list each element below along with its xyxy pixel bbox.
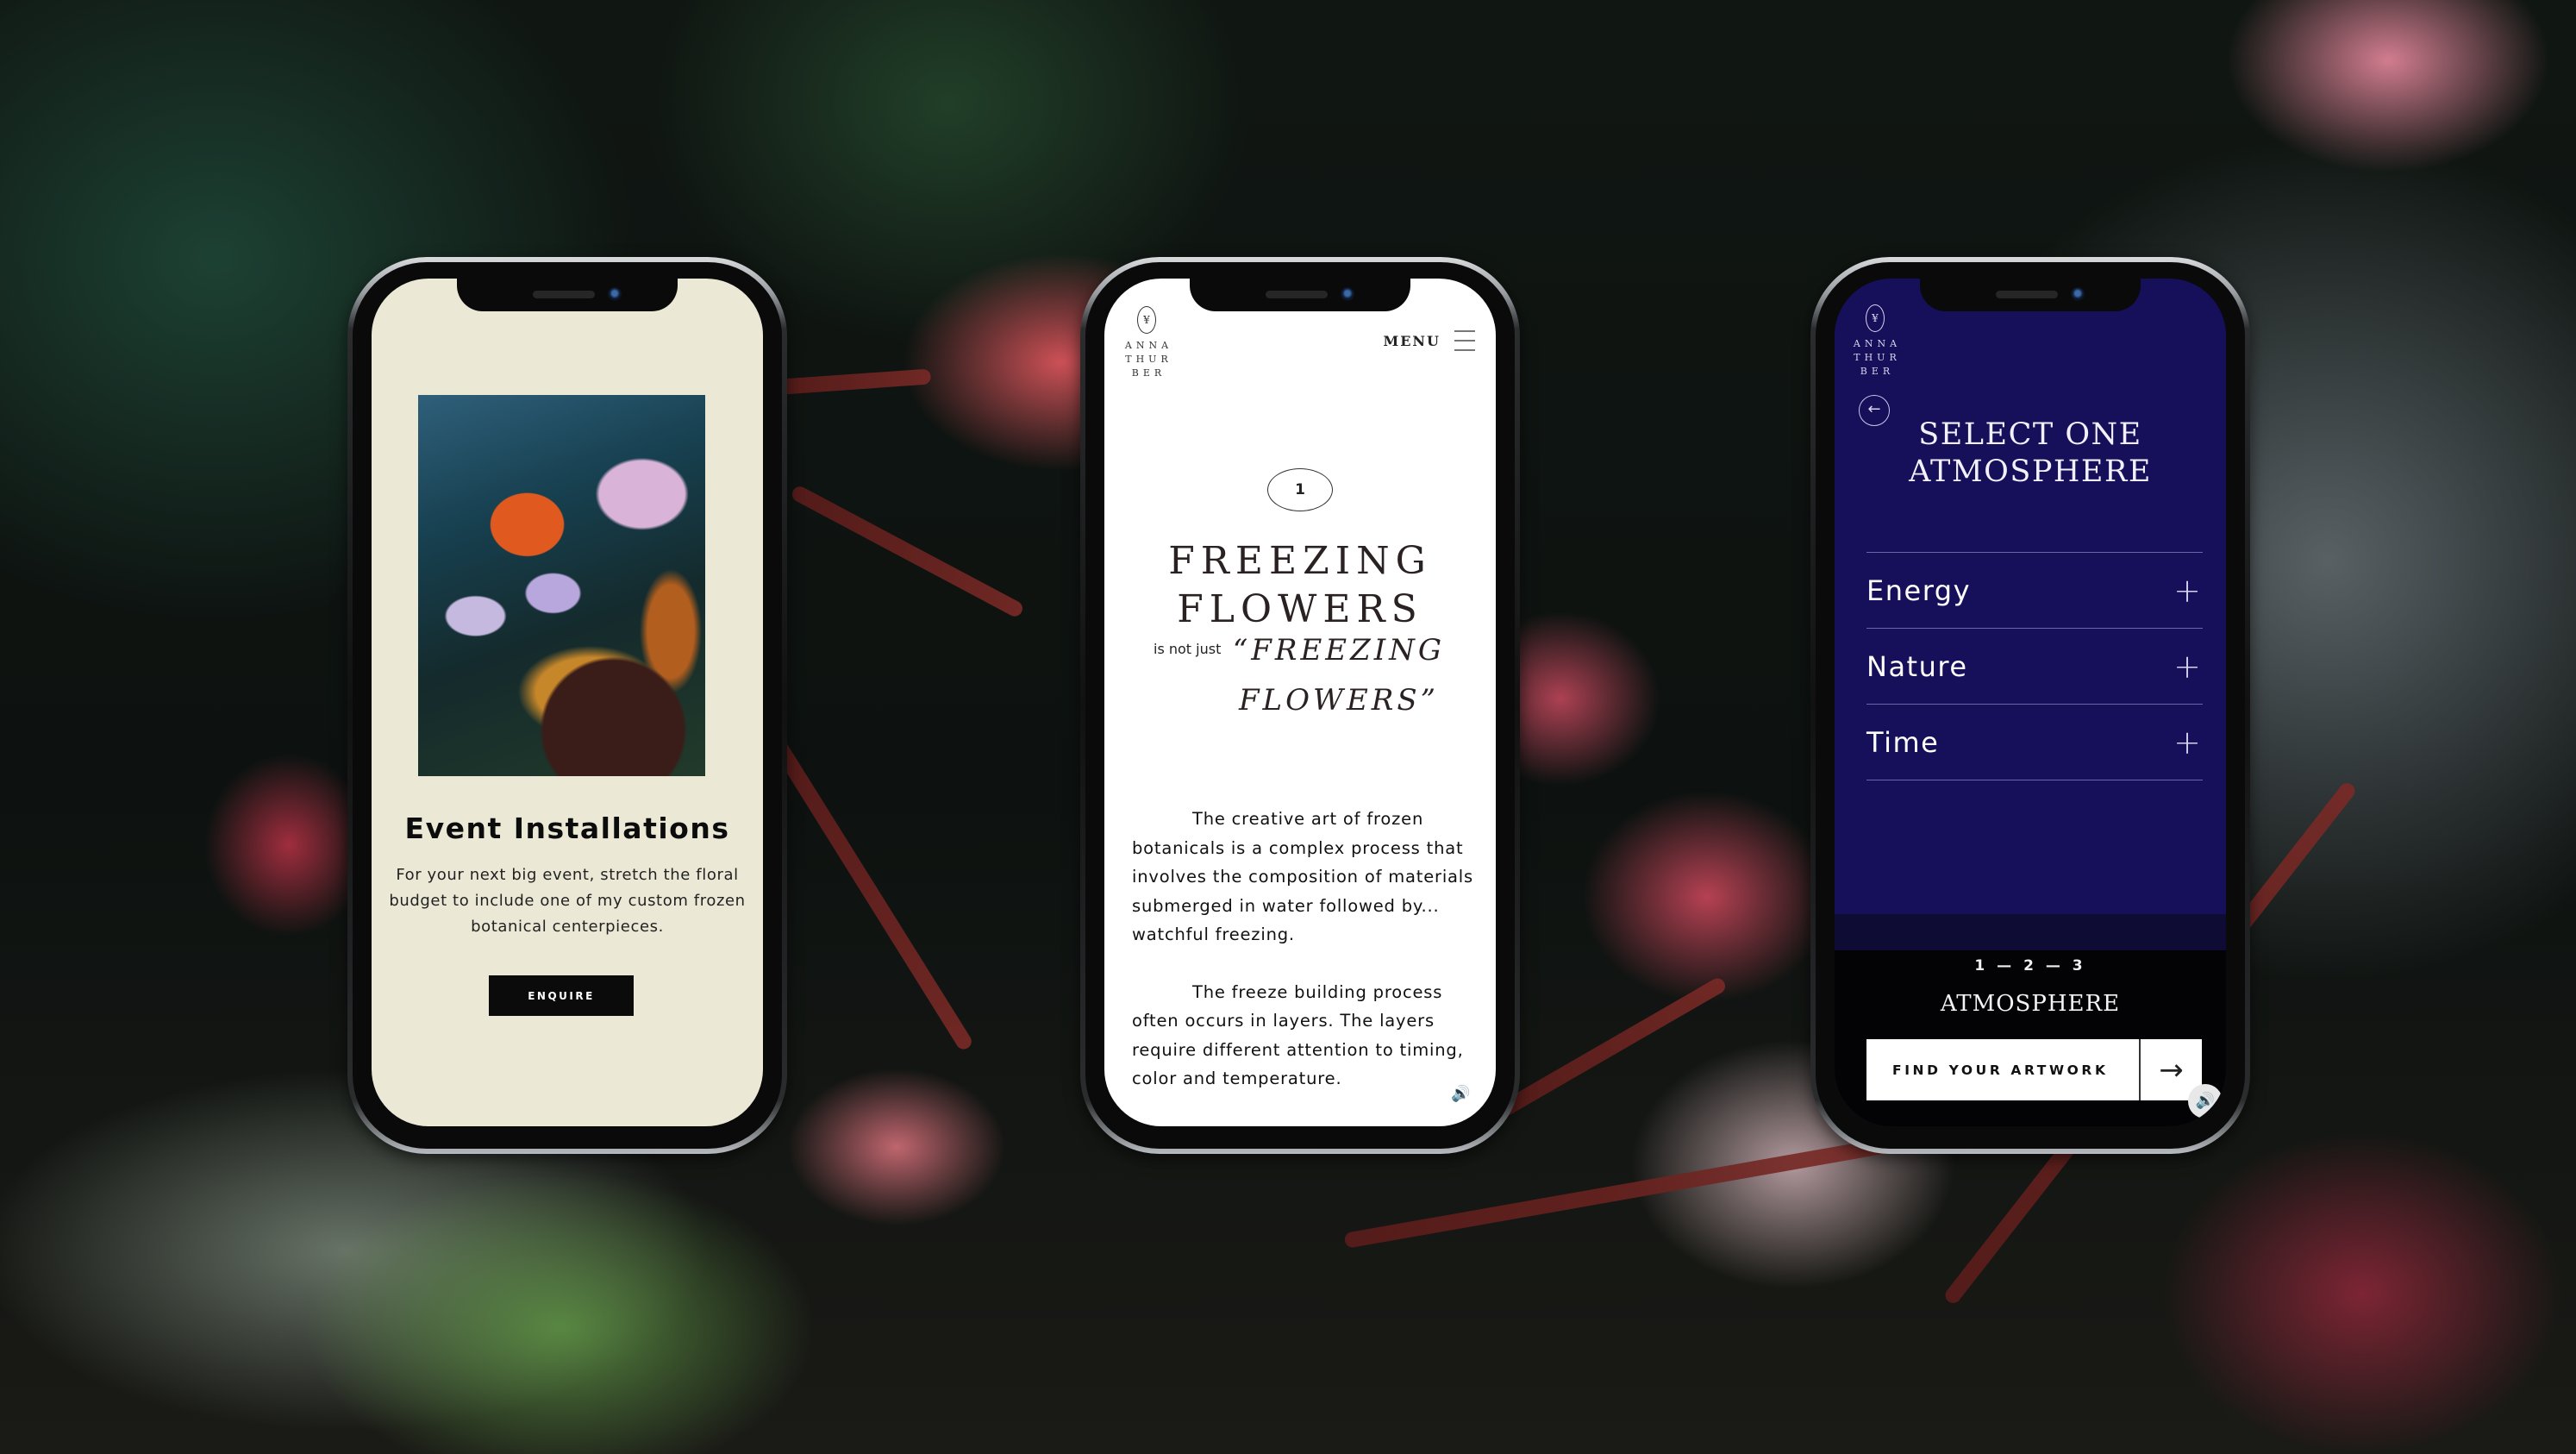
plus-icon: + [2173,571,2201,610]
paragraph: The freeze building process often occurs… [1132,981,1464,1089]
option-label: Energy [1866,573,1972,607]
article-heading: FREEZING FLOWERS [1104,537,1496,634]
front-camera-icon [1341,287,1354,301]
article-body: The creative art of frozen botanicals is… [1132,805,1473,1122]
front-camera-icon [608,287,622,301]
brand-logo[interactable]: ¥ ANNA THUR BER [1120,306,1173,380]
heading-line: SELECT ONE [1918,417,2142,452]
phone-select-atmosphere: ¥ ANNA THUR BER ← SELECT ONE ATMOSPHERE … [1810,257,2250,1154]
logo-line: THUR [1854,352,1901,363]
step-indicator: 1 — 2 — 3 [1974,957,2086,975]
option-label: Time [1866,725,1940,759]
option-label: Nature [1866,649,1968,683]
phone-notch [1190,279,1410,311]
plus-icon: + [2173,647,2201,686]
speaker-icon[interactable]: 🔊 [2188,1084,2223,1119]
logo-line: ANNA [1124,340,1173,351]
logo-line: ANNA [1853,338,1902,349]
atmosphere-options: Energy + Nature + Time + [1866,552,2203,780]
enquire-button[interactable]: ENQUIRE [489,975,634,1016]
logo-line: BER [1131,367,1166,379]
current-step-label: ATMOSPHERE [1940,991,2121,1017]
find-artwork-button[interactable]: FIND YOUR ARTWORK → [1866,1039,2202,1100]
speaker-grille [1266,291,1328,298]
paragraph: The creative art of frozen botanicals is… [1132,809,1473,944]
heading-line: FREEZING [1168,539,1432,583]
phone-screen: ¥ ANNA THUR BER MENU 1 FREEZING FLOWERS … [1104,279,1496,1126]
phone-notch [457,279,678,311]
monogram-icon: ¥ [1866,304,1885,332]
option-nature[interactable]: Nature + [1866,629,2203,705]
phone-event-installations: Event Installations For your next big ev… [347,257,787,1154]
speaker-grille [1996,291,2058,298]
option-energy[interactable]: Energy + [1866,553,2203,629]
berry-stem [769,736,975,1052]
monogram-icon: ¥ [1137,306,1156,334]
phone-screen: ¥ ANNA THUR BER ← SELECT ONE ATMOSPHERE … [1835,279,2226,1126]
menu-button[interactable]: MENU [1384,330,1475,351]
menu-label: MENU [1383,332,1441,349]
phone-notch [1920,279,2141,311]
logo-line: THUR [1125,354,1172,365]
hamburger-icon [1454,330,1475,351]
berry-stem [1496,975,1729,1119]
heading-line: ATMOSPHERE [1909,454,2152,489]
brand-logo[interactable]: ¥ ANNA THUR BER [1848,304,1902,379]
speaker-icon[interactable]: 🔊 [1451,1085,1470,1103]
phone-freezing-flowers: ¥ ANNA THUR BER MENU 1 FREEZING FLOWERS … [1080,257,1520,1154]
atmosphere-heading: SELECT ONE ATMOSPHERE [1835,417,2226,491]
quote-heading: “FREEZING FLOWERS” [1232,633,1446,718]
phone-screen: Event Installations For your next big ev… [372,279,763,1126]
transition-band [1835,914,2226,950]
frozen-flowers-photo [418,395,705,776]
logo-line: BER [1860,366,1895,377]
plus-icon: + [2173,723,2201,761]
berry-stem [775,368,932,395]
cta-label: FIND YOUR ARTWORK [1866,1039,2141,1100]
section-description: For your next big event, stretch the flo… [389,866,746,936]
front-camera-icon [2071,287,2085,301]
option-time[interactable]: Time + [1866,705,2203,780]
berry-stem [789,484,1026,619]
speaker-grille [533,291,595,298]
section-title: Event Installations [404,812,730,845]
step-badge: 1 [1267,468,1333,511]
